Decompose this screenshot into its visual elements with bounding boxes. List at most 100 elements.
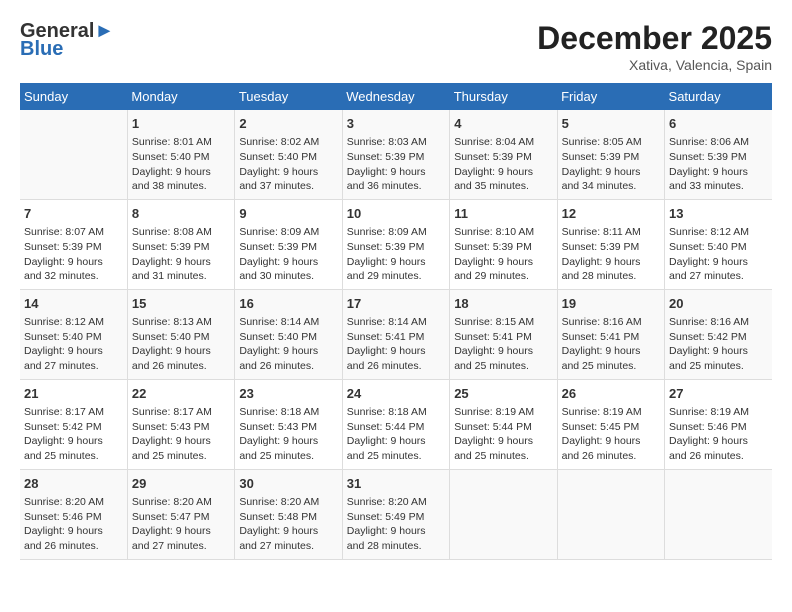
calendar-header: SundayMondayTuesdayWednesdayThursdayFrid… bbox=[20, 83, 772, 110]
day-number: 23 bbox=[239, 385, 337, 403]
daylight: Daylight: 9 hours and 27 minutes. bbox=[239, 525, 318, 552]
calendar-cell: 7 Sunrise: 8:07 AM Sunset: 5:39 PM Dayli… bbox=[20, 199, 127, 289]
day-info: Sunrise: 8:04 AM Sunset: 5:39 PM Dayligh… bbox=[454, 135, 552, 194]
sunset: Sunset: 5:39 PM bbox=[24, 241, 102, 253]
day-number: 29 bbox=[132, 475, 230, 493]
sunset: Sunset: 5:39 PM bbox=[239, 241, 317, 253]
calendar-cell: 8 Sunrise: 8:08 AM Sunset: 5:39 PM Dayli… bbox=[127, 199, 234, 289]
day-number: 28 bbox=[24, 475, 123, 493]
calendar-cell: 19 Sunrise: 8:16 AM Sunset: 5:41 PM Dayl… bbox=[557, 289, 664, 379]
sunrise: Sunrise: 8:20 AM bbox=[347, 496, 427, 508]
day-number: 4 bbox=[454, 115, 552, 133]
sunrise: Sunrise: 8:05 AM bbox=[562, 136, 642, 148]
day-info: Sunrise: 8:06 AM Sunset: 5:39 PM Dayligh… bbox=[669, 135, 768, 194]
day-number: 20 bbox=[669, 295, 768, 313]
daylight: Daylight: 9 hours and 26 minutes. bbox=[24, 525, 103, 552]
day-info: Sunrise: 8:03 AM Sunset: 5:39 PM Dayligh… bbox=[347, 135, 445, 194]
calendar-cell: 26 Sunrise: 8:19 AM Sunset: 5:45 PM Dayl… bbox=[557, 379, 664, 469]
day-number: 1 bbox=[132, 115, 230, 133]
title-block: December 2025 Xativa, Valencia, Spain bbox=[537, 20, 772, 73]
daylight: Daylight: 9 hours and 27 minutes. bbox=[24, 345, 103, 372]
sunset: Sunset: 5:46 PM bbox=[669, 421, 747, 433]
sunrise: Sunrise: 8:04 AM bbox=[454, 136, 534, 148]
calendar-cell: 9 Sunrise: 8:09 AM Sunset: 5:39 PM Dayli… bbox=[235, 199, 342, 289]
sunset: Sunset: 5:41 PM bbox=[347, 331, 425, 343]
daylight: Daylight: 9 hours and 31 minutes. bbox=[132, 256, 211, 283]
daylight: Daylight: 9 hours and 25 minutes. bbox=[562, 345, 641, 372]
calendar-week-row: 7 Sunrise: 8:07 AM Sunset: 5:39 PM Dayli… bbox=[20, 199, 772, 289]
calendar-cell: 12 Sunrise: 8:11 AM Sunset: 5:39 PM Dayl… bbox=[557, 199, 664, 289]
day-number: 24 bbox=[347, 385, 445, 403]
sunrise: Sunrise: 8:01 AM bbox=[132, 136, 212, 148]
calendar-cell: 11 Sunrise: 8:10 AM Sunset: 5:39 PM Dayl… bbox=[450, 199, 557, 289]
day-number: 21 bbox=[24, 385, 123, 403]
calendar-week-row: 14 Sunrise: 8:12 AM Sunset: 5:40 PM Dayl… bbox=[20, 289, 772, 379]
sunset: Sunset: 5:39 PM bbox=[562, 241, 640, 253]
day-info: Sunrise: 8:14 AM Sunset: 5:41 PM Dayligh… bbox=[347, 315, 445, 374]
weekday-header-wednesday: Wednesday bbox=[342, 83, 449, 110]
day-info: Sunrise: 8:11 AM Sunset: 5:39 PM Dayligh… bbox=[562, 225, 660, 284]
calendar-cell: 15 Sunrise: 8:13 AM Sunset: 5:40 PM Dayl… bbox=[127, 289, 234, 379]
calendar-cell: 1 Sunrise: 8:01 AM Sunset: 5:40 PM Dayli… bbox=[127, 110, 234, 199]
sunset: Sunset: 5:40 PM bbox=[132, 331, 210, 343]
daylight: Daylight: 9 hours and 33 minutes. bbox=[669, 166, 748, 193]
day-info: Sunrise: 8:07 AM Sunset: 5:39 PM Dayligh… bbox=[24, 225, 123, 284]
daylight: Daylight: 9 hours and 26 minutes. bbox=[669, 435, 748, 462]
day-number: 5 bbox=[562, 115, 660, 133]
sunrise: Sunrise: 8:12 AM bbox=[24, 316, 104, 328]
calendar-cell: 22 Sunrise: 8:17 AM Sunset: 5:43 PM Dayl… bbox=[127, 379, 234, 469]
sunset: Sunset: 5:45 PM bbox=[562, 421, 640, 433]
day-number: 7 bbox=[24, 205, 123, 223]
calendar-cell: 4 Sunrise: 8:04 AM Sunset: 5:39 PM Dayli… bbox=[450, 110, 557, 199]
daylight: Daylight: 9 hours and 25 minutes. bbox=[347, 435, 426, 462]
day-number: 31 bbox=[347, 475, 445, 493]
day-info: Sunrise: 8:12 AM Sunset: 5:40 PM Dayligh… bbox=[24, 315, 123, 374]
month-year-title: December 2025 bbox=[537, 20, 772, 57]
day-number: 26 bbox=[562, 385, 660, 403]
day-number: 10 bbox=[347, 205, 445, 223]
day-info: Sunrise: 8:15 AM Sunset: 5:41 PM Dayligh… bbox=[454, 315, 552, 374]
calendar-cell bbox=[450, 469, 557, 559]
sunrise: Sunrise: 8:17 AM bbox=[24, 406, 104, 418]
day-number: 13 bbox=[669, 205, 768, 223]
weekday-header-sunday: Sunday bbox=[20, 83, 127, 110]
calendar-week-row: 28 Sunrise: 8:20 AM Sunset: 5:46 PM Dayl… bbox=[20, 469, 772, 559]
day-info: Sunrise: 8:18 AM Sunset: 5:43 PM Dayligh… bbox=[239, 405, 337, 464]
weekday-header-monday: Monday bbox=[127, 83, 234, 110]
daylight: Daylight: 9 hours and 29 minutes. bbox=[347, 256, 426, 283]
day-info: Sunrise: 8:20 AM Sunset: 5:49 PM Dayligh… bbox=[347, 495, 445, 554]
calendar-week-row: 21 Sunrise: 8:17 AM Sunset: 5:42 PM Dayl… bbox=[20, 379, 772, 469]
calendar-cell: 21 Sunrise: 8:17 AM Sunset: 5:42 PM Dayl… bbox=[20, 379, 127, 469]
calendar-cell: 18 Sunrise: 8:15 AM Sunset: 5:41 PM Dayl… bbox=[450, 289, 557, 379]
daylight: Daylight: 9 hours and 26 minutes. bbox=[239, 345, 318, 372]
calendar-cell: 5 Sunrise: 8:05 AM Sunset: 5:39 PM Dayli… bbox=[557, 110, 664, 199]
day-info: Sunrise: 8:20 AM Sunset: 5:48 PM Dayligh… bbox=[239, 495, 337, 554]
calendar-cell bbox=[20, 110, 127, 199]
sunrise: Sunrise: 8:19 AM bbox=[669, 406, 749, 418]
day-number: 22 bbox=[132, 385, 230, 403]
sunrise: Sunrise: 8:20 AM bbox=[239, 496, 319, 508]
sunset: Sunset: 5:39 PM bbox=[347, 241, 425, 253]
calendar-cell: 14 Sunrise: 8:12 AM Sunset: 5:40 PM Dayl… bbox=[20, 289, 127, 379]
daylight: Daylight: 9 hours and 27 minutes. bbox=[132, 525, 211, 552]
day-number: 6 bbox=[669, 115, 768, 133]
sunset: Sunset: 5:49 PM bbox=[347, 511, 425, 523]
sunset: Sunset: 5:42 PM bbox=[24, 421, 102, 433]
day-info: Sunrise: 8:19 AM Sunset: 5:45 PM Dayligh… bbox=[562, 405, 660, 464]
sunrise: Sunrise: 8:13 AM bbox=[132, 316, 212, 328]
sunset: Sunset: 5:39 PM bbox=[132, 241, 210, 253]
sunrise: Sunrise: 8:11 AM bbox=[562, 226, 641, 238]
sunrise: Sunrise: 8:16 AM bbox=[562, 316, 642, 328]
daylight: Daylight: 9 hours and 34 minutes. bbox=[562, 166, 641, 193]
sunset: Sunset: 5:41 PM bbox=[454, 331, 532, 343]
day-info: Sunrise: 8:19 AM Sunset: 5:44 PM Dayligh… bbox=[454, 405, 552, 464]
day-info: Sunrise: 8:17 AM Sunset: 5:42 PM Dayligh… bbox=[24, 405, 123, 464]
sunrise: Sunrise: 8:10 AM bbox=[454, 226, 534, 238]
weekday-header-saturday: Saturday bbox=[665, 83, 772, 110]
sunrise: Sunrise: 8:19 AM bbox=[454, 406, 534, 418]
calendar-cell: 20 Sunrise: 8:16 AM Sunset: 5:42 PM Dayl… bbox=[665, 289, 772, 379]
daylight: Daylight: 9 hours and 38 minutes. bbox=[132, 166, 211, 193]
daylight: Daylight: 9 hours and 36 minutes. bbox=[347, 166, 426, 193]
daylight: Daylight: 9 hours and 35 minutes. bbox=[454, 166, 533, 193]
day-info: Sunrise: 8:20 AM Sunset: 5:47 PM Dayligh… bbox=[132, 495, 230, 554]
